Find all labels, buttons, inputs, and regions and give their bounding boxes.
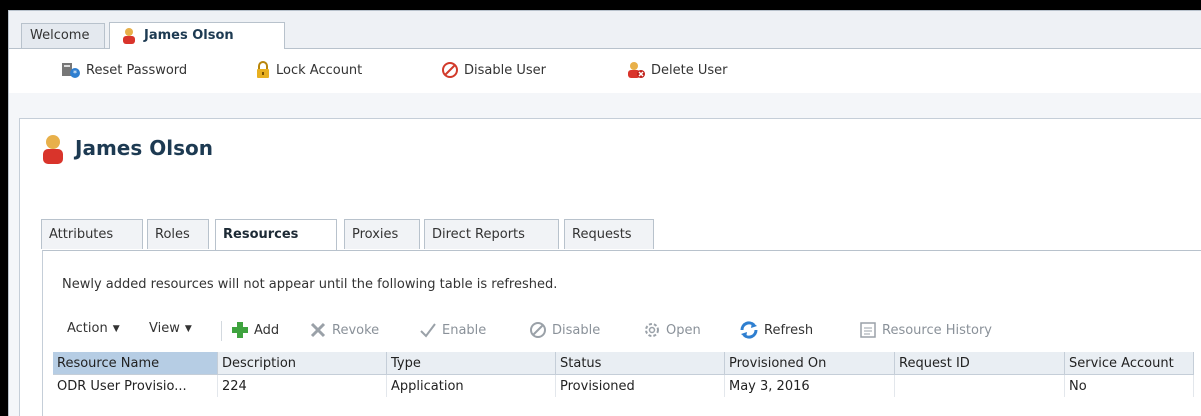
add-label: Add xyxy=(254,322,280,338)
delete-user-icon xyxy=(628,62,645,78)
user-icon xyxy=(123,28,135,44)
tab-roles-label: Roles xyxy=(155,227,190,242)
column-header-resource-name[interactable]: Resource Name xyxy=(53,352,218,375)
disable-label: Disable xyxy=(552,322,601,338)
disable-icon xyxy=(442,62,458,78)
column-header-status[interactable]: Status xyxy=(555,352,725,375)
open-button[interactable]: Open xyxy=(643,321,701,339)
cell-description: 224 xyxy=(217,374,387,397)
tab-attributes[interactable]: Attributes xyxy=(41,219,143,249)
lock-account-button[interactable]: Lock Account xyxy=(255,59,362,81)
tab-welcome-label: Welcome xyxy=(30,28,90,43)
user-avatar-icon xyxy=(43,135,63,164)
cell-request-id xyxy=(894,374,1065,397)
column-header-request-id[interactable]: Request ID xyxy=(894,352,1065,375)
reset-password-icon: * xyxy=(62,63,80,78)
column-header-service-account[interactable]: Service Account xyxy=(1064,352,1194,375)
tab-james-olson-label: James Olson xyxy=(144,28,234,43)
cell-service-account: No xyxy=(1064,374,1194,397)
tab-requests-label: Requests xyxy=(572,227,632,242)
resource-history-label: Resource History xyxy=(882,322,992,338)
view-menu-label: View xyxy=(149,321,180,336)
sub-tab-bar: Attributes Roles Resources Proxies Direc… xyxy=(41,219,741,250)
tab-proxies-label: Proxies xyxy=(352,227,399,242)
lock-account-label: Lock Account xyxy=(276,62,363,78)
action-menu[interactable]: Action ▼ xyxy=(67,321,120,336)
user-action-toolbar: * Reset Password Lock Account Disable Us… xyxy=(9,49,1201,93)
reset-password-button[interactable]: * Reset Password xyxy=(61,59,187,81)
resource-history-button[interactable]: Resource History xyxy=(859,321,992,339)
revoke-icon xyxy=(310,322,326,338)
toolbar-divider xyxy=(221,321,222,341)
chevron-down-icon: ▼ xyxy=(112,323,120,334)
cell-resource-name[interactable]: ODR User Provisio... xyxy=(53,374,218,397)
disable-icon xyxy=(530,322,546,338)
enable-label: Enable xyxy=(442,322,487,338)
refresh-notice: Newly added resources will not appear un… xyxy=(62,277,558,292)
cell-provisioned-on: May 3, 2016 xyxy=(724,374,895,397)
refresh-button[interactable]: Refresh xyxy=(739,321,813,339)
tab-resources[interactable]: Resources xyxy=(215,219,337,250)
chevron-down-icon: ▼ xyxy=(184,323,192,334)
tab-attributes-label: Attributes xyxy=(49,227,114,242)
svg-text:*: * xyxy=(73,69,77,78)
check-icon xyxy=(420,323,436,338)
cell-type: Application xyxy=(386,374,556,397)
tab-james-olson[interactable]: James Olson xyxy=(109,22,285,49)
app-window: Welcome James Olson * Reset Password Loc… xyxy=(8,10,1201,416)
tab-direct-reports[interactable]: Direct Reports xyxy=(424,219,559,249)
column-header-description[interactable]: Description xyxy=(217,352,387,375)
tab-roles[interactable]: Roles xyxy=(147,219,209,249)
top-tab-bar: Welcome James Olson xyxy=(9,11,1201,49)
lock-icon xyxy=(257,61,269,78)
refresh-label: Refresh xyxy=(764,322,814,338)
gear-icon xyxy=(645,323,659,337)
column-header-provisioned-on[interactable]: Provisioned On xyxy=(724,352,895,375)
enable-button[interactable]: Enable xyxy=(419,321,486,339)
cell-status: Provisioned xyxy=(555,374,725,397)
delete-user-label: Delete User xyxy=(651,62,728,78)
reset-password-label: Reset Password xyxy=(86,62,188,78)
table-row[interactable]: ODR User Provisio... 224 Application Pro… xyxy=(53,374,1194,397)
delete-user-button[interactable]: Delete User xyxy=(626,59,727,81)
history-icon xyxy=(860,322,876,338)
disable-user-button[interactable]: Disable User xyxy=(441,59,546,81)
disable-button[interactable]: Disable xyxy=(529,321,600,339)
tab-welcome[interactable]: Welcome xyxy=(21,23,105,48)
action-menu-label: Action xyxy=(67,321,108,336)
tab-proxies[interactable]: Proxies xyxy=(344,219,420,249)
refresh-icon xyxy=(740,321,758,339)
add-icon xyxy=(232,322,248,338)
revoke-label: Revoke xyxy=(332,322,380,338)
resources-table: Resource Name Description Type Status Pr… xyxy=(53,352,1194,397)
table-header-row: Resource Name Description Type Status Pr… xyxy=(53,352,1194,375)
view-menu[interactable]: View ▼ xyxy=(149,321,192,336)
user-name-heading: James Olson xyxy=(75,136,213,160)
column-header-type[interactable]: Type xyxy=(386,352,556,375)
revoke-button[interactable]: Revoke xyxy=(309,321,379,339)
table-toolbar: Action ▼ View ▼ Add Revoke Enable Disabl… xyxy=(43,313,1201,347)
tab-direct-reports-label: Direct Reports xyxy=(432,227,525,242)
resources-content: Newly added resources will not appear un… xyxy=(42,250,1201,416)
disable-user-label: Disable User xyxy=(464,62,546,78)
tab-requests[interactable]: Requests xyxy=(564,219,654,249)
add-button[interactable]: Add xyxy=(231,321,279,339)
open-label: Open xyxy=(666,322,701,338)
tab-resources-label: Resources xyxy=(223,227,299,242)
